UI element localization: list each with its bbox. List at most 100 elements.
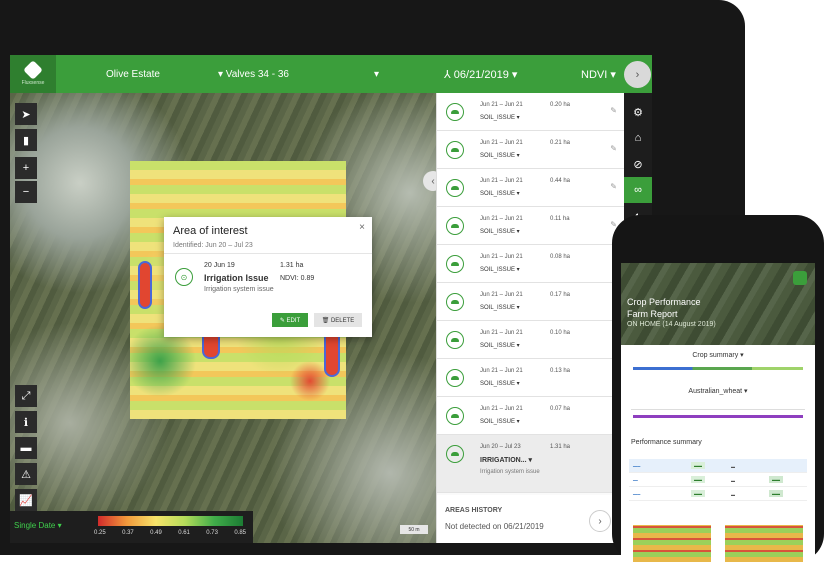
popup-issue-type: Irrigation Issue: [204, 273, 269, 283]
issue-type[interactable]: SOIL_ISSUE ▾: [480, 228, 520, 235]
performance-table: ━━━ ▬▬ ▬ ━━ ▬▬ ▬ ▬▬ ━━━ ▬▬ ▬ ▬▬: [629, 459, 807, 501]
issue-dates: Jun 21 – Jun 21: [480, 368, 523, 374]
home-icon[interactable]: ⌂: [624, 125, 652, 151]
area-popup: Area of interest × Identified: Jun 20 – …: [164, 217, 372, 337]
issue-type[interactable]: IRRIGATION... ▾: [480, 456, 532, 464]
legend-tick: 0.49: [150, 530, 162, 536]
issue-type[interactable]: SOIL_ISSUE ▾: [480, 304, 520, 311]
table-cell: ▬: [731, 464, 735, 469]
phone-screen: Crop Performance Farm Report ON HOME (14…: [621, 263, 815, 562]
issue-area: 1.31 ha: [550, 444, 571, 450]
issue-area: 0.17 ha: [550, 292, 571, 298]
warning-tool[interactable]: ⚠: [15, 463, 37, 485]
legend-tick: 0.37: [122, 530, 134, 536]
expand-tool[interactable]: ⤢: [15, 385, 37, 407]
issue-area: 0.44 ha: [550, 178, 571, 184]
issue-type[interactable]: SOIL_ISSUE ▾: [480, 342, 520, 349]
list-item[interactable]: Jun 21 – Jun 21 0.08 ha SOIL_ISSUE ▾: [437, 245, 625, 283]
delete-button[interactable]: 🗑 DELETE: [314, 313, 362, 327]
issue-area: 0.10 ha: [550, 330, 571, 336]
irrigation-bar: [633, 415, 803, 418]
compass-icon[interactable]: ⊘: [624, 151, 652, 177]
issue-type[interactable]: SOIL_ISSUE ▾: [480, 418, 520, 425]
zoom-out-button[interactable]: −: [15, 181, 37, 203]
list-item[interactable]: Jun 21 – Jun 21 0.17 ha SOIL_ISSUE ▾: [437, 283, 625, 321]
chevron-down-icon[interactable]: ▾: [374, 69, 379, 80]
list-item[interactable]: Jun 21 – Jun 21 0.10 ha SOIL_ISSUE ▾: [437, 321, 625, 359]
irrigation-icon: [446, 445, 464, 463]
estate-selector[interactable]: Olive Estate: [106, 69, 160, 80]
report-subtitle: ON HOME (14 August 2019): [627, 321, 716, 328]
table-row[interactable]: ━━━ ▬▬ ▬: [629, 459, 807, 473]
ndvi-legend: Single Date ▾ 0.25 0.37 0.49 0.61 0.73 0…: [10, 511, 253, 543]
table-cell: ━━: [633, 478, 638, 483]
status-badge: ▬▬: [691, 490, 705, 497]
pencil-icon[interactable]: ✎: [610, 144, 617, 153]
date-mode-select[interactable]: Single Date ▾: [14, 521, 62, 530]
settings-icon[interactable]: ⚙: [624, 99, 652, 125]
issue-type[interactable]: SOIL_ISSUE ▾: [480, 380, 520, 387]
logo-icon: [23, 59, 43, 80]
history-next-button[interactable]: ›: [589, 510, 611, 532]
selected-list-item[interactable]: Jun 20 – Jul 23 1.31 ha IRRIGATION... ▾ Irr…: [437, 435, 625, 493]
legend-tick: 0.85: [234, 530, 246, 536]
status-badge: ▬▬: [691, 462, 705, 469]
collapse-panel-button[interactable]: ‹: [423, 171, 436, 191]
rectangle-tool[interactable]: ▬: [15, 437, 37, 459]
pencil-icon[interactable]: ✎: [610, 106, 617, 115]
list-item[interactable]: Jun 21 – Jun 21 0.11 ha SOIL_ISSUE ▾ ✎: [437, 207, 625, 245]
table-cell: ━━━: [633, 464, 641, 469]
issue-type[interactable]: SOIL_ISSUE ▾: [480, 266, 520, 273]
issue-dates: Jun 21 – Jun 21: [480, 140, 523, 146]
binoculars-icon[interactable]: ∞: [624, 177, 652, 203]
list-item[interactable]: Jun 21 – Jun 21 0.21 ha SOIL_ISSUE ▾ ✎: [437, 131, 625, 169]
app-logo[interactable]: Fluxsense: [10, 55, 56, 93]
legend-gradient: [98, 516, 243, 526]
top-bar: Fluxsense Olive Estate ▾ Valves 34 - 36 …: [10, 55, 652, 93]
valves-selector[interactable]: ▾ Valves 34 - 36: [218, 69, 289, 80]
table-row[interactable]: ━━━ ▬▬ ▬ ▬▬: [629, 487, 807, 501]
list-item[interactable]: Jun 21 – Jun 21 0.20 ha SOIL_ISSUE ▾ ✎: [437, 93, 625, 131]
performance-heading: Performance summary: [631, 439, 702, 446]
issue-area: 0.20 ha: [550, 102, 571, 108]
map-scale: 50 m: [400, 525, 428, 534]
zoom-in-button[interactable]: +: [15, 157, 37, 179]
list-item[interactable]: Jun 21 – Jun 21 0.44 ha SOIL_ISSUE ▾ ✎: [437, 169, 625, 207]
problem-area[interactable]: [138, 261, 152, 309]
list-item[interactable]: Jun 21 – Jun 21 0.07 ha SOIL_ISSUE ▾: [437, 397, 625, 435]
soil-icon: [446, 293, 464, 311]
issue-dates: Jun 21 – Jun 21: [480, 216, 523, 222]
soil-icon: [446, 179, 464, 197]
locate-tool[interactable]: ➤: [15, 103, 37, 125]
crop-name[interactable]: Australian_wheat ▾: [621, 387, 815, 395]
list-item[interactable]: Jun 21 – Jun 21 0.13 ha SOIL_ISSUE ▾: [437, 359, 625, 397]
edit-button[interactable]: ✎ EDIT: [272, 313, 308, 327]
legend-tick: 0.73: [206, 530, 218, 536]
issue-area: 0.08 ha: [550, 254, 571, 260]
index-selector[interactable]: NDVI ▾: [581, 68, 616, 81]
divider: [164, 253, 372, 254]
report-title-2: Farm Report: [627, 309, 678, 319]
phone-device: Crop Performance Farm Report ON HOME (14…: [612, 215, 824, 562]
crop-summary-heading[interactable]: Crop summary ▾: [621, 351, 815, 359]
history-status: Not detected on 06/21/2019: [445, 522, 544, 531]
date-selector[interactable]: ⅄ 06/21/2019 ▾: [444, 68, 517, 81]
issue-type[interactable]: SOIL_ISSUE ▾: [480, 152, 520, 159]
table-cell: ▬: [731, 492, 735, 497]
report-map-right: [725, 525, 803, 562]
tablet-screen: Fluxsense Olive Estate ▾ Valves 34 - 36 …: [10, 55, 652, 543]
issue-area: 0.13 ha: [550, 368, 571, 374]
issue-type[interactable]: SOIL_ISSUE ▾: [480, 114, 520, 121]
issue-area: 0.11 ha: [550, 216, 570, 222]
table-row[interactable]: ━━ ▬▬ ▬ ▬▬: [629, 473, 807, 487]
crop-bar: [633, 367, 803, 370]
info-tool[interactable]: ℹ: [15, 411, 37, 433]
pencil-icon[interactable]: ✎: [610, 182, 617, 191]
next-button[interactable]: ›: [624, 61, 651, 88]
chart-tool[interactable]: 📈: [15, 489, 37, 511]
history-title: AREAS HISTORY: [445, 507, 503, 514]
issue-type[interactable]: SOIL_ISSUE ▾: [480, 190, 520, 197]
soil-icon: [446, 217, 464, 235]
layers-tool[interactable]: ▮: [15, 129, 37, 151]
close-icon[interactable]: ×: [359, 222, 365, 233]
